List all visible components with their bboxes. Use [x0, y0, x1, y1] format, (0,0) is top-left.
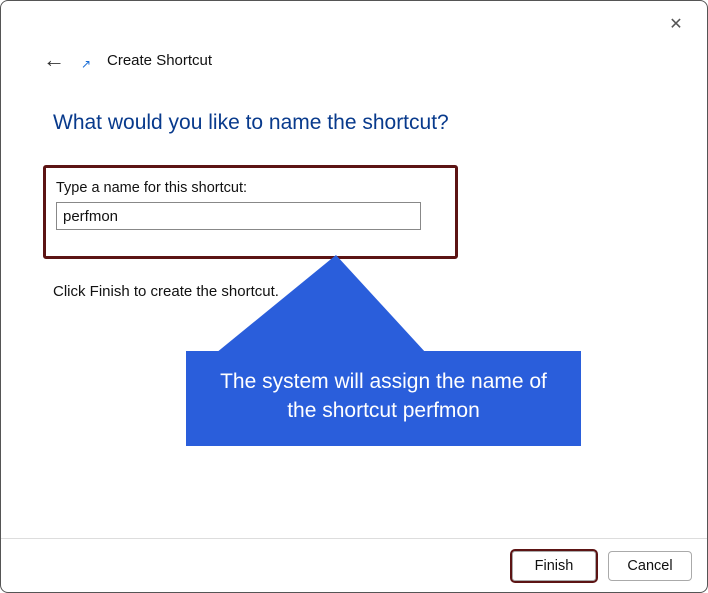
back-button[interactable]: ← — [43, 49, 65, 71]
shortcut-arrow-icon: ↗ — [79, 57, 93, 71]
shortcut-name-input[interactable] — [56, 202, 421, 230]
name-field-label: Type a name for this shortcut: — [56, 180, 445, 196]
close-icon: ✕ — [669, 14, 682, 34]
cancel-button[interactable]: Cancel — [608, 551, 692, 581]
wizard-footer: Finish Cancel — [1, 538, 707, 592]
close-button[interactable]: ✕ — [667, 15, 685, 33]
callout-pointer-icon — [216, 255, 426, 353]
wizard-title: Create Shortcut — [107, 52, 212, 69]
finish-instruction: Click Finish to create the shortcut. — [53, 283, 279, 300]
name-field-highlight: Type a name for this shortcut: — [43, 165, 458, 259]
finish-button[interactable]: Finish — [512, 551, 596, 581]
callout-text: The system will assign the name of the s… — [186, 351, 581, 446]
wizard-header: ← ↗ Create Shortcut — [43, 49, 212, 71]
wizard-question: What would you like to name the shortcut… — [53, 111, 449, 135]
